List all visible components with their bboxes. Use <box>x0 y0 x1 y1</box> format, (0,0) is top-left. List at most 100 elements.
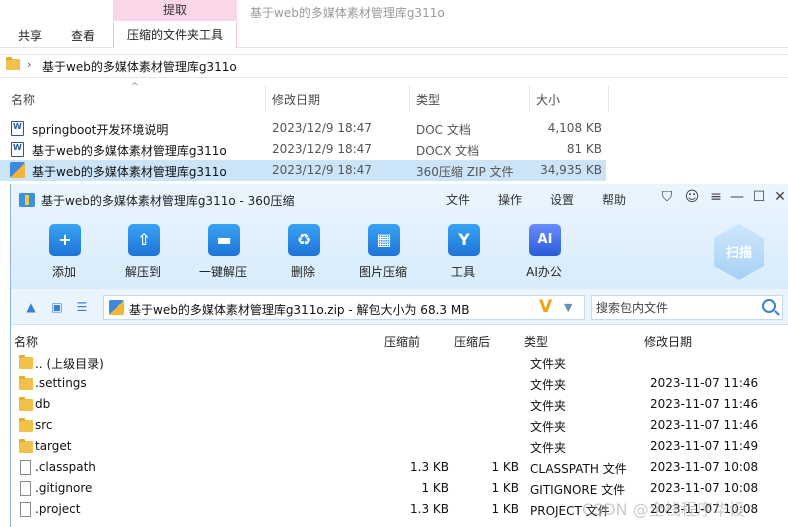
extract-to-button[interactable]: ⇧ 解压到 <box>108 224 178 284</box>
one-click-extract-button[interactable]: ▬ 一键解压 <box>188 224 258 284</box>
item-name: .project <box>35 502 81 516</box>
item-name: .. (上级目录) <box>35 357 104 371</box>
tab-view[interactable]: 查看 <box>71 27 95 44</box>
item-date: 2023-11-07 11:46 <box>650 376 759 390</box>
column-divider[interactable] <box>409 86 410 112</box>
folder-icon <box>19 376 33 390</box>
column-type[interactable]: 类型 <box>524 333 548 350</box>
item-size-before: 1.3 KB <box>410 460 449 474</box>
explorer-window-title: 基于web的多媒体素材管理库g311o <box>250 6 445 20</box>
menu-icon[interactable]: ≡ <box>706 189 726 205</box>
item-type: 文件夹 <box>530 378 567 392</box>
file-name: springboot开发环境说明 <box>32 123 169 137</box>
item-type: 文件夹 <box>530 441 567 455</box>
file-icon <box>20 502 31 517</box>
recycle-bin-icon: ♻ <box>288 224 320 256</box>
folder-icon <box>19 355 33 369</box>
item-size-after: 1 KB <box>491 502 519 516</box>
chevron-right-icon[interactable]: › <box>27 58 31 71</box>
toolbar-label: 解压到 <box>124 265 161 279</box>
file-size: 34,935 KB <box>540 163 602 177</box>
zip-path-bar: ▲ ▣ ☰ 基于web的多媒体素材管理库g311o.zip - 解包大小为 68… <box>11 289 788 325</box>
file-row[interactable]: 基于web的多媒体素材管理库g311o 2023/12/9 18:47 DOCX… <box>0 139 606 160</box>
search-input[interactable] <box>592 296 757 319</box>
sort-ascending-icon: ^ <box>131 82 139 92</box>
file-type: DOC 文档 <box>416 123 471 137</box>
toolbar-label: AI办公 <box>526 265 562 279</box>
list-item[interactable]: .settings 文件夹 2023-11-07 11:46 <box>11 373 788 394</box>
zip-column-header: 名称 压缩前 压缩后 类型 修改日期 <box>11 331 788 351</box>
menu-settings[interactable]: 设置 <box>550 191 574 208</box>
column-modified[interactable]: 修改日期 <box>272 91 320 108</box>
list-item[interactable]: .. (上级目录) 文件夹 <box>11 352 788 373</box>
thumbnail-view-icon[interactable]: ▣ <box>50 300 64 314</box>
column-name[interactable]: 名称 <box>14 333 38 350</box>
item-name: .classpath <box>35 460 96 474</box>
column-divider[interactable] <box>608 86 609 112</box>
toolbar-label: 删除 <box>290 265 315 279</box>
item-date: 2023-11-07 10:08 <box>650 460 759 474</box>
chevron-down-icon[interactable]: ▼ <box>564 301 572 314</box>
zip-window: 基于web的多媒体素材管理库g311o - 360压缩 文件 操作 设置 帮助 … <box>10 184 788 527</box>
item-date: 2023-11-07 11:49 <box>650 439 759 453</box>
file-row-selected[interactable]: 基于web的多媒体素材管理库g311o 2023/12/9 18:47 360压… <box>0 160 606 181</box>
address-path[interactable]: 基于web的多媒体素材管理库g311o <box>42 58 237 75</box>
watermark: CSDN @全栈程序华设 <box>582 500 745 519</box>
archive-path-box[interactable]: 基于web的多媒体素材管理库g311o.zip - 解包大小为 68.3 MB … <box>103 295 585 320</box>
explorer-column-header: ^ 名称 修改日期 类型 大小 <box>0 82 788 112</box>
item-date: 2023-11-07 10:08 <box>650 481 759 495</box>
add-icon: + <box>49 224 81 256</box>
item-date: 2023-11-07 11:46 <box>650 397 759 411</box>
list-item[interactable]: target 文件夹 2023-11-07 11:49 <box>11 436 788 457</box>
item-size-after: 1 KB <box>491 460 519 474</box>
column-divider[interactable] <box>529 86 530 112</box>
ai-office-button[interactable]: AI AI办公 <box>509 224 579 284</box>
column-name[interactable]: 名称 <box>11 91 35 108</box>
column-divider[interactable] <box>265 86 266 112</box>
menu-operate[interactable]: 操作 <box>498 191 522 208</box>
item-name: .settings <box>35 376 87 390</box>
tab-compressed-folder-tools[interactable]: 压缩的文件夹工具 <box>113 22 237 48</box>
up-arrow-icon[interactable]: ▲ <box>24 300 38 314</box>
context-tab-header-extract[interactable]: 提取 <box>113 0 237 21</box>
list-view-icon[interactable]: ☰ <box>75 300 89 314</box>
extract-to-icon: ⇧ <box>128 224 160 256</box>
close-icon[interactable]: ✕ <box>770 189 788 205</box>
tools-button[interactable]: Y 工具 <box>428 224 498 284</box>
menu-file[interactable]: 文件 <box>446 191 470 208</box>
file-date: 2023/12/9 18:47 <box>272 121 372 135</box>
search-box <box>591 295 783 320</box>
item-type: CLASSPATH 文件 <box>530 462 627 476</box>
file-date: 2023/12/9 18:47 <box>272 142 372 156</box>
search-icon[interactable] <box>762 299 776 313</box>
maximize-icon[interactable]: ☐ <box>749 189 769 205</box>
item-type: 文件夹 <box>530 357 567 371</box>
toolbar-label: 图片压缩 <box>358 265 407 279</box>
image-compress-button[interactable]: ▦ 图片压缩 <box>348 224 418 284</box>
menu-help[interactable]: 帮助 <box>602 191 626 208</box>
smile-feedback-icon[interactable]: ☺ <box>682 189 702 205</box>
list-item[interactable]: .classpath 1.3 KB 1 KB CLASSPATH 文件 2023… <box>11 457 788 478</box>
list-item[interactable]: src 文件夹 2023-11-07 11:46 <box>11 415 788 436</box>
column-before-compress[interactable]: 压缩前 <box>384 333 420 350</box>
list-item[interactable]: db 文件夹 2023-11-07 11:46 <box>11 394 788 415</box>
column-after-compress[interactable]: 压缩后 <box>454 333 490 350</box>
word-doc-icon <box>11 142 24 157</box>
zip-archive-icon <box>109 300 124 315</box>
tab-share[interactable]: 共享 <box>18 27 42 44</box>
v-badge-icon[interactable]: V <box>539 297 552 317</box>
item-name: db <box>35 397 51 411</box>
column-modified[interactable]: 修改日期 <box>644 333 692 350</box>
column-type[interactable]: 类型 <box>416 91 440 108</box>
tools-icon: Y <box>448 224 480 256</box>
minimize-icon[interactable]: — <box>727 189 747 205</box>
file-row[interactable]: springboot开发环境说明 2023/12/9 18:47 DOC 文档 … <box>0 118 606 139</box>
delete-button[interactable]: ♻ 删除 <box>268 224 338 284</box>
add-button[interactable]: + 添加 <box>29 224 99 284</box>
item-name: .gitignore <box>35 481 93 495</box>
column-size[interactable]: 大小 <box>536 91 560 108</box>
shirt-skin-icon[interactable]: ⛉ <box>657 189 677 205</box>
file-icon <box>20 481 31 496</box>
scan-button-label[interactable]: 扫描 <box>714 242 764 261</box>
address-bar[interactable]: › 基于web的多媒体素材管理库g311o <box>0 54 788 78</box>
